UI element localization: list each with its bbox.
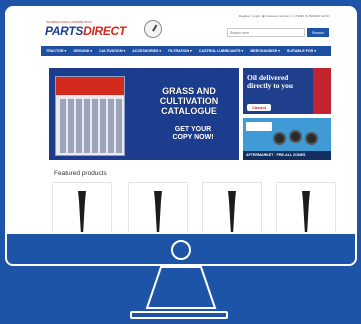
featured-products-heading: Featured products: [54, 170, 107, 177]
nav-item-merchandise[interactable]: MERCHANDISE ▾: [250, 49, 280, 53]
catalogue-cta-line2: COPY NOW!: [172, 134, 214, 141]
nav-item-castrol[interactable]: CASTROL LUBRICANTS ▾: [199, 49, 243, 53]
nav-item-tractor[interactable]: TRACTOR ▾: [46, 49, 66, 53]
main-nav: TRACTOR ▾ GROUND ▾ CULTIVATION ▾ ACCESSO…: [41, 46, 331, 56]
disc-part-image: [273, 132, 286, 145]
catalogue-cta[interactable]: GET YOUR COPY NOW!: [153, 126, 233, 142]
catalogue-title-line1: GRASS AND: [162, 86, 216, 96]
catalogue-banner[interactable]: GRASS AND CULTIVATION CATALOGUE GET YOUR…: [49, 68, 239, 160]
catalogue-cta-line1: GET YOUR: [174, 126, 212, 133]
featured-products-list: [52, 182, 342, 232]
brand-logo-part2: DIRECT: [83, 24, 126, 38]
castrol-logo: Castrol: [247, 104, 271, 111]
nav-item-suitable-for[interactable]: SUITABLE FOR ▾: [287, 49, 316, 53]
oil-delivery-banner[interactable]: Oil delivered directly to you Castrol: [243, 68, 331, 114]
power-button-icon: [171, 240, 191, 260]
catalogue-title-line2: CULTIVATION: [159, 96, 219, 106]
search-input[interactable]: [227, 28, 305, 37]
gauge-icon: [144, 20, 162, 38]
aftermarket-banner[interactable]: AFTERMARKET · PRE-ALL ZONES: [243, 118, 331, 160]
catalogue-cover-grid: [60, 99, 122, 153]
catalogue-title-line3: CATALOGUE: [161, 106, 217, 116]
tine-product-image: [228, 191, 236, 232]
monitor-screen: INTERNATIONAL DISTRIBUTION PARTSDIRECT R…: [5, 6, 357, 232]
catalogue-cover-image: [55, 76, 125, 156]
nav-item-ground[interactable]: GROUND ▾: [73, 49, 92, 53]
site-header: INTERNATIONAL DISTRIBUTION PARTSDIRECT R…: [7, 8, 355, 44]
nav-item-filtration[interactable]: FILTRATION ▾: [168, 49, 192, 53]
product-card[interactable]: [52, 182, 112, 232]
tine-product-image: [154, 191, 162, 232]
oil-banner-line2: directly to you: [247, 81, 294, 90]
website: INTERNATIONAL DISTRIBUTION PARTSDIRECT R…: [7, 8, 355, 232]
brand-logo[interactable]: PARTSDIRECT: [45, 24, 126, 38]
search-button[interactable]: Search: [307, 28, 329, 37]
catalogue-title: GRASS AND CULTIVATION CATALOGUE: [143, 86, 235, 116]
product-card[interactable]: [276, 182, 336, 232]
oil-banner-text: Oil delivered directly to you: [247, 74, 317, 90]
disc-part-image: [289, 130, 302, 143]
catalogue-cover-header: [56, 77, 124, 95]
nav-item-accessories[interactable]: ACCESSORIES ▾: [132, 49, 161, 53]
tine-product-image: [78, 191, 86, 232]
aftermarket-badge: [246, 122, 272, 131]
brand-logo-part1: PARTS: [45, 24, 84, 38]
product-card[interactable]: [128, 182, 188, 232]
monitor-base-icon: [130, 311, 228, 319]
tine-product-image: [302, 191, 310, 232]
product-card[interactable]: [202, 182, 262, 232]
disc-part-image: [305, 132, 318, 145]
monitor-stand-icon: [145, 266, 217, 309]
nav-item-cultivation[interactable]: CULTIVATION ▾: [99, 49, 125, 53]
aftermarket-label: AFTERMARKET · PRE-ALL ZONES: [243, 151, 331, 160]
top-links[interactable]: Register | Login | ◉ Customer service | …: [239, 14, 329, 18]
